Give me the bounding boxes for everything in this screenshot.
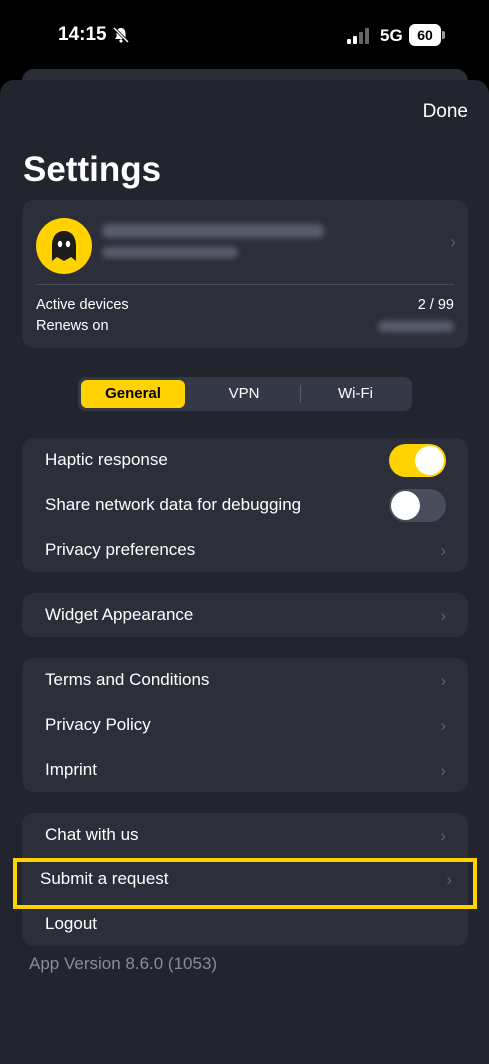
renews-on-label: Renews on [36,318,109,334]
network-label: 5G [380,26,403,45]
toggle-knob [415,446,444,475]
widget-group: Widget Appearance › [22,593,468,637]
privacy-policy-label: Privacy Policy [45,715,151,734]
imprint-row[interactable]: Imprint › [22,748,468,793]
status-time: 14:15 [58,24,107,45]
privacy-preferences-label: Privacy preferences [45,540,196,559]
widget-appearance-row[interactable]: Widget Appearance › [22,593,468,638]
battery-tip [442,31,445,39]
toggle-knob [391,491,420,520]
privacy-policy-row[interactable]: Privacy Policy › [22,703,468,748]
done-button[interactable]: Done [423,101,468,123]
tab-vpn[interactable]: VPN [189,380,299,408]
page-title: Settings [23,150,162,189]
settings-tabs: General VPN Wi-Fi [78,377,412,411]
chat-label: Chat with us [45,825,139,844]
chevron-right-icon: › [440,541,446,560]
active-devices-value: 2 / 99 [417,297,454,313]
divider [36,284,454,285]
tab-general[interactable]: General [81,380,185,408]
tab-divider [300,385,301,403]
chevron-right-icon: › [440,716,446,735]
chevron-right-icon: › [440,761,446,780]
battery-level: 60 [409,24,441,46]
chevron-right-icon: › [450,232,456,252]
share-data-toggle[interactable] [389,489,446,522]
account-card[interactable]: › Active devices 2 / 99 Renews on [22,200,468,348]
share-data-row: Share network data for debugging [22,483,468,528]
highlight-box [13,858,477,909]
blurred-renew-date [378,321,454,332]
status-bar: 14:15 5G 60 [0,0,489,70]
privacy-preferences-row[interactable]: Privacy preferences › [22,528,468,573]
avatar [36,218,92,274]
blurred-plan [102,247,238,258]
share-data-label: Share network data for debugging [45,495,302,514]
haptic-row: Haptic response [22,438,468,483]
bell-slash-icon [112,26,130,44]
chevron-right-icon: › [440,671,446,690]
haptic-label: Haptic response [45,450,168,469]
chevron-right-icon: › [440,606,446,625]
battery-icon: 60 [409,24,445,46]
preferences-group: Haptic response Share network data for d… [22,438,468,572]
signal-icon [347,28,369,44]
haptic-toggle[interactable] [389,444,446,477]
widget-appearance-label: Widget Appearance [45,605,194,624]
chevron-right-icon: › [440,826,446,845]
tab-wifi[interactable]: Wi-Fi [302,380,409,408]
active-devices-label: Active devices [36,297,129,313]
imprint-label: Imprint [45,760,97,779]
chat-row[interactable]: Chat with us › [22,813,468,858]
ghost-logo-icon [52,231,76,261]
legal-group: Terms and Conditions › Privacy Policy › … [22,658,468,792]
app-version: App Version 8.6.0 (1053) [29,954,218,973]
blurred-email [102,224,324,238]
logout-label: Logout [45,914,97,933]
terms-label: Terms and Conditions [45,670,210,689]
terms-row[interactable]: Terms and Conditions › [22,658,468,703]
